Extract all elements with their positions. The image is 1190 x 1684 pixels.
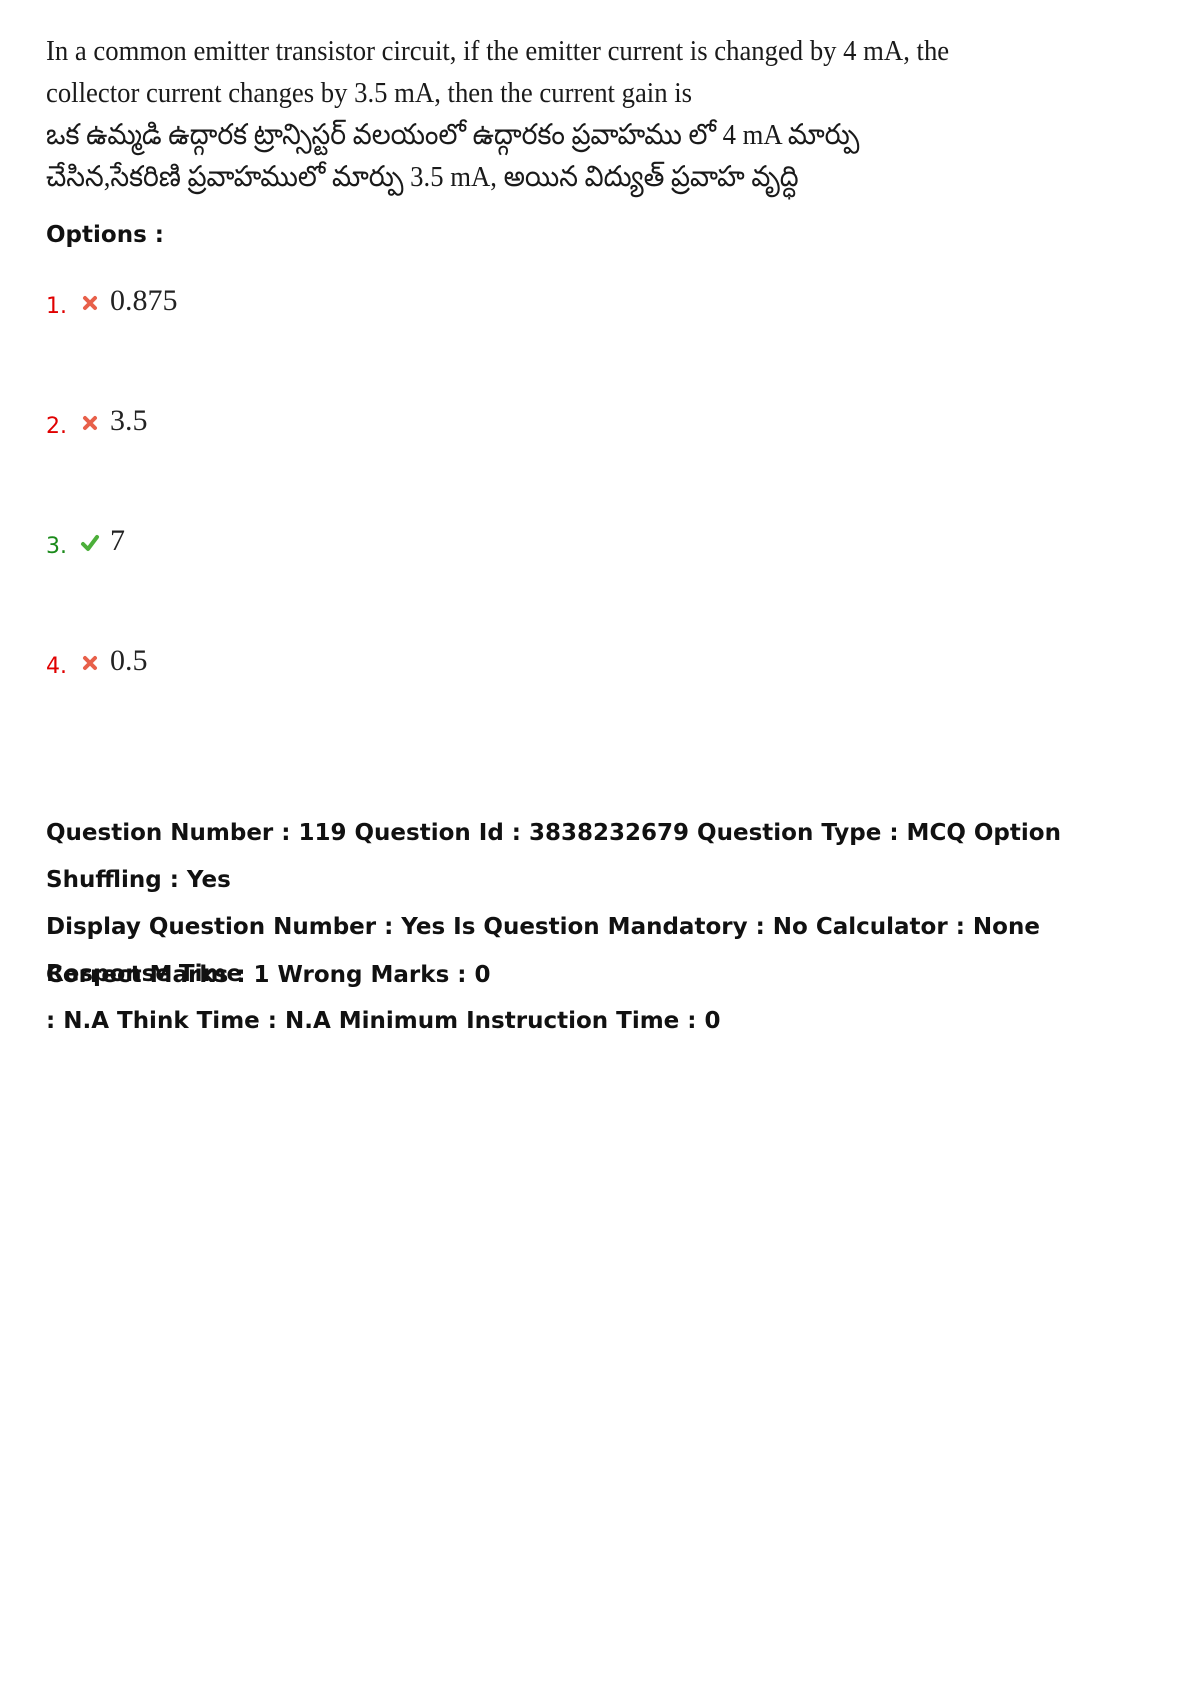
question-metadata: Question Number : 119 Question Id : 3838…	[46, 810, 1166, 1045]
check-icon	[81, 535, 99, 551]
option-number: 3.	[46, 533, 67, 559]
option-number: 1.	[46, 293, 67, 319]
metadata-line-3: : N.A Think Time : N.A Minimum Instructi…	[46, 1008, 721, 1034]
marks-info: Correct Marks : 1 Wrong Marks : 0	[46, 962, 491, 988]
option-value: 7	[110, 524, 125, 557]
question-line-3-telugu: ఒక ఉమ్మడి ఉద్గారక ట్రాన్సిస్టర్ వలయంలో ఉ…	[46, 119, 860, 151]
cross-icon	[83, 416, 97, 430]
option-value: 0.5	[110, 644, 148, 677]
option-value: 0.875	[110, 284, 178, 317]
question-line-2: collector current changes by 3.5 mA, the…	[46, 77, 693, 109]
option-4: 4. 0.5	[46, 641, 148, 681]
option-1: 1. 0.875	[46, 281, 178, 321]
question-text: In a common emitter transistor circuit, …	[46, 30, 966, 198]
option-number: 4.	[46, 653, 67, 679]
option-number: 2.	[46, 413, 67, 439]
metadata-line-1: Question Number : 119 Question Id : 3838…	[46, 820, 1061, 893]
option-3: 3. 7	[46, 521, 125, 561]
option-value: 3.5	[110, 404, 148, 437]
cross-icon	[83, 296, 97, 310]
options-heading: Options :	[46, 222, 164, 248]
cross-icon	[83, 656, 97, 670]
option-2: 2. 3.5	[46, 401, 148, 441]
question-line-1: In a common emitter transistor circuit, …	[46, 35, 950, 67]
question-line-4-telugu: చేసిన,సేకరిణి ప్రవాహములో మార్పు 3.5 mA, …	[46, 161, 799, 193]
